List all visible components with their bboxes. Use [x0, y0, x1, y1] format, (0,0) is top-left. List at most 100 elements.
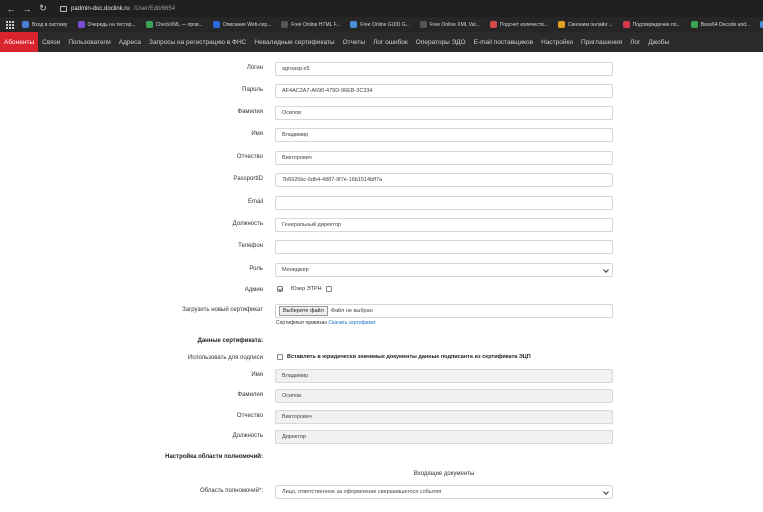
site-info-icon[interactable]	[60, 5, 67, 12]
cert-lastname-field: Осипов	[275, 389, 613, 403]
cert-position-label: Должность	[232, 433, 263, 439]
nav-item[interactable]: Лог	[626, 32, 644, 52]
cert-file-input[interactable]: Выберите файл Файл не выбран	[275, 304, 613, 318]
role-select[interactable]: Менеджер	[275, 263, 613, 277]
email-label: Email	[247, 199, 263, 205]
phone-label: Телефон	[238, 243, 263, 249]
bookmark-label: Free Online HTML F...	[291, 21, 341, 28]
etrn-checkbox[interactable]	[325, 286, 332, 292]
bookmark-item[interactable]: Вход в систему	[18, 21, 72, 28]
passportid-label: PassportID	[233, 176, 263, 182]
firstname-label: Имя	[251, 131, 263, 137]
role-label: Роль	[249, 266, 263, 272]
bookmark-label: Base64 Decode and...	[700, 21, 751, 28]
bookmark-label: Подтверждение по...	[632, 21, 681, 28]
admin-checkbox[interactable]	[277, 286, 283, 292]
nav-item[interactable]: Лог ошибок	[369, 32, 412, 52]
phone-field[interactable]	[275, 240, 613, 254]
bookmark-favicon-icon	[281, 21, 289, 28]
bookmark-item[interactable]: Подтверждение по...	[619, 21, 685, 28]
login-field[interactable]: agroasp-x5	[275, 62, 613, 76]
nav-item[interactable]: Адреса	[115, 32, 145, 52]
passportid-field[interactable]: 7b6926bc-6db4-4887-9f7e-16b1514bff7a	[275, 173, 613, 187]
password-label: Пароль	[242, 87, 263, 93]
nav-item[interactable]: E-mail поставщиков	[470, 32, 538, 52]
user-edit-form: Логин agroasp-x5 Пароль AF4AC2A7-A690-47…	[0, 52, 763, 512]
nav-item[interactable]: Абоненты	[0, 32, 39, 52]
bookmark-favicon-icon	[77, 21, 85, 28]
back-icon[interactable]: ←	[6, 4, 16, 14]
bookmark-favicon-icon	[145, 21, 153, 28]
bookmark-favicon-icon	[557, 21, 565, 28]
apps-grid-icon[interactable]	[6, 20, 14, 29]
authority-area-value: Лицо, ответственное за оформление сверши…	[282, 489, 442, 495]
bookmark-label: CheckXML — пров...	[155, 21, 203, 28]
email-field[interactable]	[275, 196, 613, 210]
bookmark-favicon-icon	[690, 21, 698, 28]
cert-middlename-field: Викторович	[275, 410, 613, 424]
bookmark-item[interactable]: Описание Web-сер...	[209, 21, 275, 28]
role-value: Менеджер	[282, 267, 309, 273]
authority-heading: Настройка области полномочий:	[165, 454, 263, 460]
middlename-field[interactable]: Викторович	[275, 151, 613, 165]
choose-file-button[interactable]: Выберите файл	[279, 306, 328, 316]
bookmark-favicon-icon	[419, 21, 427, 28]
position-field[interactable]: Генеральный директор	[275, 218, 613, 232]
use-for-sign-checkbox[interactable]	[277, 354, 283, 360]
use-for-sign-label: Использовать для подписи	[187, 355, 263, 361]
nav-item[interactable]: Запросы на регистрацию в ФНС	[145, 32, 250, 52]
nav-item[interactable]: Отчеты	[339, 32, 369, 52]
bookmark-favicon-icon	[212, 21, 220, 28]
position-label: Должность	[232, 221, 263, 227]
bookmark-label: Описание Web-сер...	[222, 21, 272, 28]
bookmark-item[interactable]: Синоним онлайн:...	[554, 21, 617, 28]
bookmark-label: Free Online XML Val...	[429, 21, 480, 28]
nav-item[interactable]: Настройки	[537, 32, 577, 52]
lastname-field[interactable]: Осипов	[275, 106, 613, 120]
bookmark-label: Free Online GUID G...	[360, 21, 410, 28]
bookmark-item[interactable]: Подсчет количеств...	[486, 21, 552, 28]
nav-item[interactable]: Приглашения	[577, 32, 626, 52]
cert-position-field: Директор	[275, 430, 613, 444]
bookmark-item[interactable]: Free Online XML Val...	[416, 21, 484, 28]
bookmark-item[interactable]: Free Online HTML F...	[277, 21, 344, 28]
nav-item[interactable]: Джобы	[644, 32, 673, 52]
nav-item[interactable]: Пользователи	[64, 32, 114, 52]
address-bar[interactable]: padmin-doc.doclink.ru/User/Edit/6654	[60, 5, 175, 12]
nav-item[interactable]: Операторы ЭДО	[412, 32, 470, 52]
bookmark-item[interactable]: Free Online GUID G...	[346, 21, 413, 28]
bookmark-item[interactable]: CheckXML — пров...	[142, 21, 207, 28]
cert-firstname-label: Имя	[251, 372, 263, 378]
bookmark-label: Очередь на тестир...	[87, 21, 136, 28]
password-field[interactable]: AF4AC2A7-A690-479D-96EB-3C334	[275, 84, 613, 98]
download-cert-link[interactable]: Скачать сертификат	[329, 320, 376, 326]
lastname-label: Фамилия	[237, 109, 263, 115]
bookmark-label: Вход в систему	[32, 21, 68, 28]
bookmark-label: Подсчет количеств...	[499, 21, 548, 28]
bookmarks-bar: Вход в систему Очередь на тестир... CheckX…	[0, 17, 763, 32]
forward-icon[interactable]: →	[22, 4, 32, 14]
admin-label: Админ	[244, 287, 263, 293]
cert-middlename-label: Отчество	[236, 413, 263, 419]
nav-item[interactable]: Связи	[38, 32, 64, 52]
authority-area-label: Область полномочий*:	[200, 488, 263, 494]
reload-icon[interactable]: ↻	[38, 3, 48, 14]
file-status: Файл не выбран	[330, 308, 373, 314]
nav-item[interactable]: Невалидные сертификаты	[250, 32, 338, 52]
etrn-label: Юзер ЭТРН	[291, 286, 322, 292]
bookmark-item[interactable]: Очередь на тестир...	[74, 21, 140, 28]
cert-attached-note: Сертификат привязан	[276, 320, 328, 326]
incoming-docs-title: Входящие документы	[413, 471, 475, 477]
bookmark-favicon-icon	[22, 21, 29, 28]
authority-area-select[interactable]: Лицо, ответственное за оформление сверши…	[275, 485, 613, 499]
bookmark-favicon-icon	[350, 21, 358, 28]
bookmark-item[interactable]: НДС калькулят	[756, 21, 763, 28]
bookmark-item[interactable]: Base64 Decode and...	[687, 21, 754, 28]
browser-toolbar: ← → ↻ padmin-doc.doclink.ru/User/Edit/66…	[0, 0, 763, 17]
cert-data-heading: Данные сертификата:	[197, 338, 263, 344]
middlename-label: Отчество	[236, 154, 263, 160]
bookmark-label: Синоним онлайн:...	[567, 21, 613, 28]
url-host: padmin-doc.doclink.ru	[71, 5, 130, 12]
cert-firstname-field: Владимир	[275, 369, 613, 383]
firstname-field[interactable]: Владимир	[275, 128, 613, 142]
